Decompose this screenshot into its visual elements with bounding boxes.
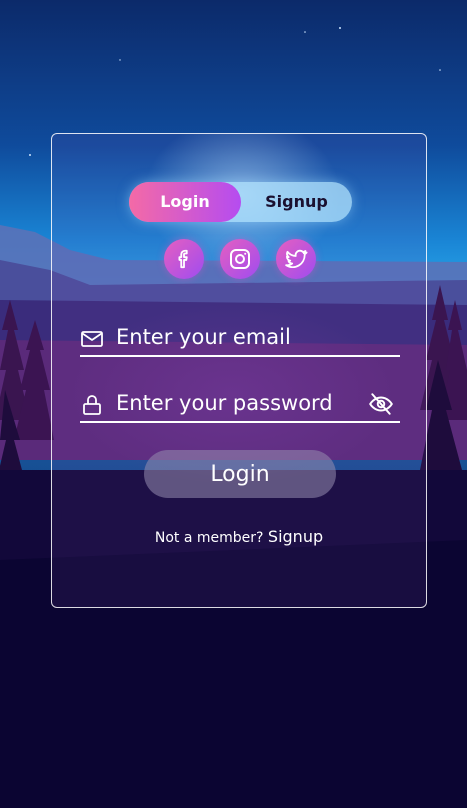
mail-icon xyxy=(81,331,103,347)
auth-toggle: Login Signup xyxy=(129,182,352,222)
twitter-button[interactable] xyxy=(276,239,316,279)
password-input[interactable] xyxy=(116,387,356,419)
lock-icon xyxy=(83,395,101,415)
signup-link[interactable]: Signup xyxy=(268,527,323,546)
instagram-icon xyxy=(230,249,250,269)
tab-login[interactable]: Login xyxy=(129,182,241,222)
facebook-button[interactable] xyxy=(164,239,204,279)
instagram-button[interactable] xyxy=(220,239,260,279)
email-field xyxy=(80,319,400,357)
eye-off-icon[interactable] xyxy=(368,391,394,417)
facebook-icon xyxy=(178,249,188,269)
twitter-icon xyxy=(285,249,308,269)
signup-prompt-text: Not a member? xyxy=(154,530,264,546)
tab-signup[interactable]: Signup xyxy=(241,182,352,222)
signup-prompt: Not a member? Signup xyxy=(52,527,426,546)
social-buttons xyxy=(164,239,316,279)
password-field xyxy=(80,385,400,423)
login-card: Login Signup Enter your email Login Not … xyxy=(51,133,427,608)
login-button[interactable]: Login xyxy=(144,450,336,498)
email-input[interactable] xyxy=(116,321,356,353)
